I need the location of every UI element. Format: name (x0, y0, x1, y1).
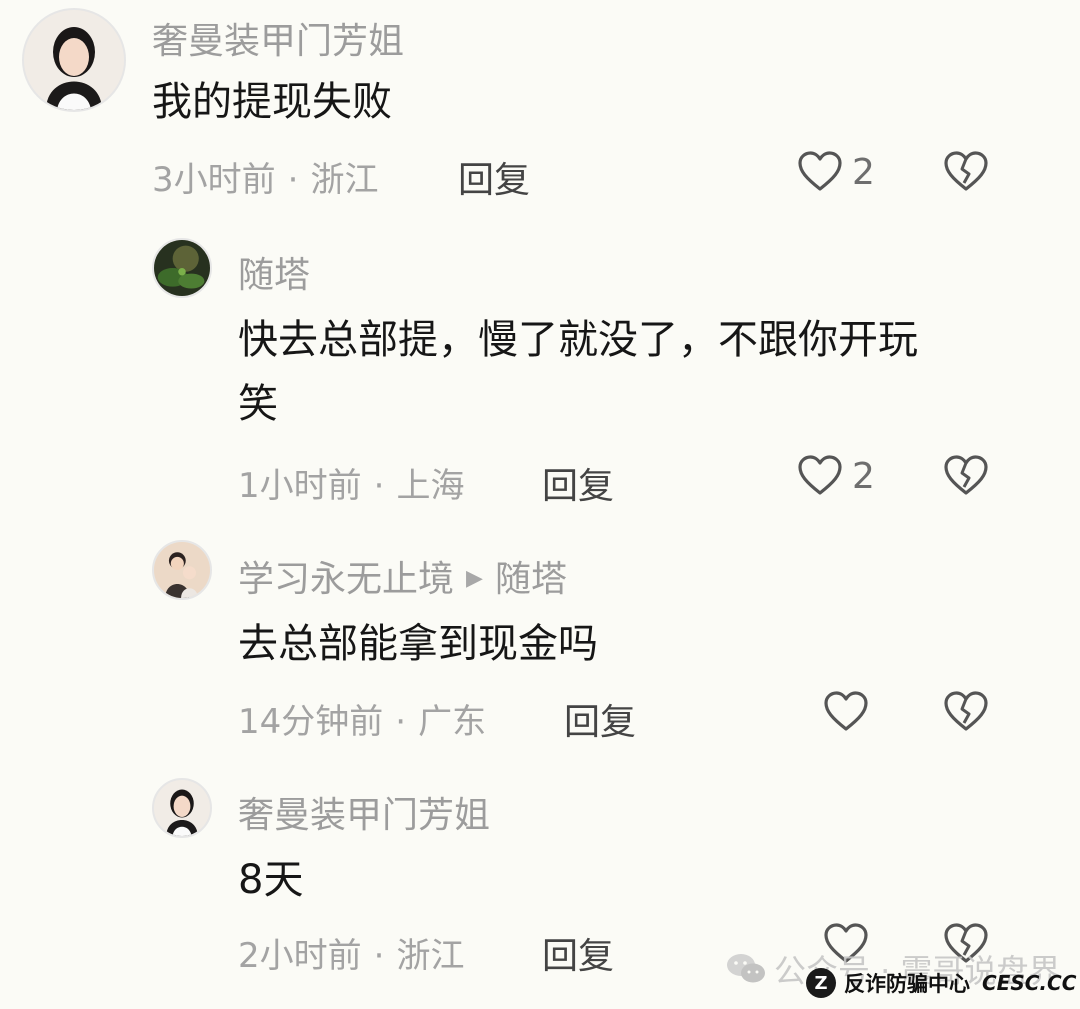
like-button[interactable]: 2 (796, 452, 875, 500)
badge-logo-icon: Z (806, 968, 836, 998)
comment-meta: 3小时前 · 浙江 (152, 152, 378, 201)
wechat-icon (727, 954, 765, 983)
meta-separator: · (287, 160, 299, 200)
comment-text: 我的提现失败 (152, 70, 392, 134)
comment-item: 学习永无止境 ▶ 随塔 去总部能拿到现金吗 14分钟前 · 广东 回复 (0, 530, 1080, 770)
comment-text-line: 笑 (238, 381, 278, 427)
comment-text: 快去总部提，慢了就没了，不跟你开玩 笑 (238, 308, 918, 436)
broken-heart-icon (944, 151, 988, 191)
comment-username[interactable]: 奢曼装甲门芳姐 (238, 786, 490, 838)
like-button[interactable]: 2 (796, 148, 875, 196)
comment-item: 随塔 快去总部提，慢了就没了，不跟你开玩 笑 1小时前 · 上海 回复 2 (0, 230, 1080, 530)
comment-text-line: 8天 (238, 857, 304, 903)
comment-text-line: 快去总部提，慢了就没了，不跟你开玩 (238, 317, 918, 363)
avatar[interactable] (22, 8, 126, 112)
dislike-button[interactable] (942, 148, 990, 196)
comment-username: 学习永无止境 ▶ 随塔 (238, 550, 567, 602)
comment-text: 8天 (238, 848, 303, 912)
like-count: 2 (852, 151, 875, 193)
dislike-button[interactable] (942, 452, 990, 500)
badge-text: 反诈防骗中心 (844, 972, 970, 996)
comment-location: 浙江 (396, 936, 465, 976)
comment-username-text[interactable]: 学习永无止境 (238, 559, 454, 600)
meta-separator: · (395, 702, 407, 742)
woman-portrait-icon (154, 780, 210, 836)
anti-fraud-badge: Z 反诈防骗中心 CESC.CC (806, 968, 1076, 998)
comment-location: 上海 (396, 466, 465, 506)
heart-icon (824, 691, 868, 731)
comment-text-line: 我的提现失败 (152, 79, 392, 125)
comment-location: 广东 (418, 702, 487, 742)
reply-to-arrow-icon: ▶ (466, 566, 483, 591)
comment-meta: 1小时前 · 上海 (238, 458, 464, 507)
avatar[interactable] (152, 238, 212, 298)
broken-heart-icon (944, 455, 988, 495)
comment-item: 奢曼装甲门芳姐 我的提现失败 3小时前 · 浙江 回复 2 (0, 0, 1080, 230)
broken-heart-icon (944, 691, 988, 731)
reply-button[interactable]: 回复 (564, 693, 636, 745)
dislike-button[interactable] (942, 688, 990, 736)
avatar[interactable] (152, 778, 212, 838)
heart-icon (798, 151, 842, 191)
heart-icon (798, 455, 842, 495)
comment-text-line: 去总部能拿到现金吗 (238, 621, 598, 667)
like-count: 2 (852, 455, 875, 497)
comment-time: 2小时前 (238, 936, 362, 976)
comment-time: 1小时前 (238, 466, 362, 506)
reply-button[interactable]: 回复 (458, 151, 530, 203)
reply-to-username[interactable]: 随塔 (495, 559, 567, 600)
comment-meta: 2小时前 · 浙江 (238, 928, 464, 977)
meta-separator: · (373, 936, 385, 976)
badge-site: CESC.CC (982, 971, 1077, 995)
green-plant-photo-icon (154, 240, 210, 296)
comment-meta: 14分钟前 · 广东 (238, 694, 486, 743)
comment-username[interactable]: 随塔 (238, 246, 310, 298)
like-button[interactable] (822, 688, 878, 736)
comment-text: 去总部能拿到现金吗 (238, 612, 598, 676)
couple-cartoon-icon (154, 542, 210, 598)
avatar[interactable] (152, 540, 212, 600)
meta-separator: · (373, 466, 385, 506)
comment-time: 3小时前 (152, 160, 276, 200)
comment-username[interactable]: 奢曼装甲门芳姐 (152, 12, 404, 64)
comment-time: 14分钟前 (238, 702, 384, 742)
woman-portrait-icon (24, 10, 124, 110)
reply-button[interactable]: 回复 (542, 927, 614, 979)
reply-button[interactable]: 回复 (542, 457, 614, 509)
comment-location: 浙江 (310, 160, 379, 200)
